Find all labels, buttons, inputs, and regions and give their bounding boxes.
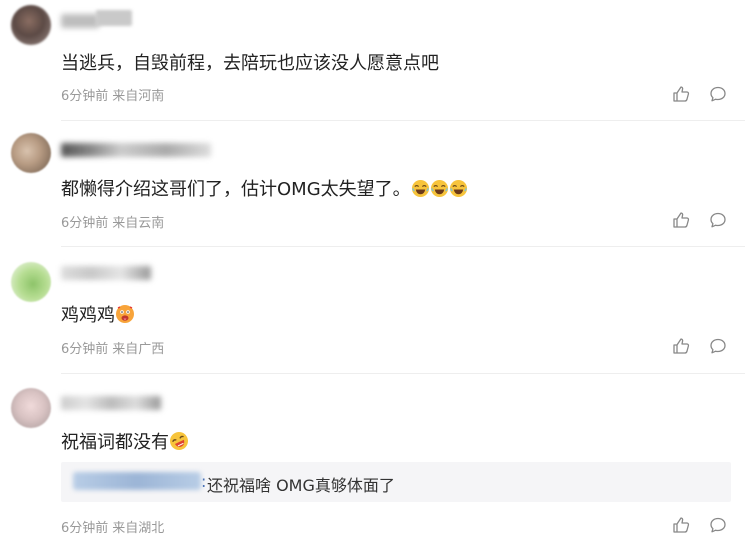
comment-bubble-icon[interactable] — [709, 211, 727, 229]
comment-text: 祝福词都没有 — [61, 428, 189, 454]
comment-bubble-icon[interactable] — [709, 337, 727, 355]
comment-time: 6分钟前 — [61, 89, 109, 104]
comment-meta: 6分钟前 来自云南 — [61, 212, 168, 231]
username-redacted[interactable] — [61, 266, 151, 280]
comment-bubble-icon[interactable] — [709, 85, 727, 103]
laugh-cry-icon — [411, 179, 429, 198]
divider — [61, 373, 745, 374]
comment-meta: 6分钟前 来自湖北 — [61, 517, 168, 536]
comment-location: 来自河南 — [112, 89, 165, 104]
avatar[interactable] — [11, 5, 51, 45]
comment-location: 来自广西 — [112, 342, 165, 357]
comment-location: 来自云南 — [112, 216, 165, 231]
username-fragment — [96, 10, 132, 26]
username-redacted[interactable] — [61, 396, 161, 410]
thumbs-up-icon[interactable] — [672, 85, 690, 103]
comment-meta: 6分钟前 来自广西 — [61, 338, 168, 357]
reply-box[interactable]: : 还祝福啥 OMG真够体面了 — [61, 462, 731, 502]
thumbs-up-icon[interactable] — [672, 337, 690, 355]
username-redacted[interactable] — [61, 143, 211, 157]
thumbs-up-icon[interactable] — [672, 516, 690, 534]
comment-text-body: 都懒得介绍这哥们了，估计OMG太失望了。 — [61, 179, 411, 200]
laugh-cry-icon — [449, 179, 467, 198]
comment-time: 6分钟前 — [61, 216, 109, 231]
comment-text-body: 祝福词都没有 — [61, 432, 169, 453]
username-redacted[interactable] — [61, 14, 99, 28]
rofl-icon — [170, 432, 188, 450]
comment-time: 6分钟前 — [61, 521, 109, 536]
comment-location: 来自湖北 — [112, 521, 165, 536]
avatar[interactable] — [11, 262, 51, 302]
thumbs-up-icon[interactable] — [672, 211, 690, 229]
divider — [61, 246, 745, 247]
comment-text: 都懒得介绍这哥们了，估计OMG太失望了。 — [61, 175, 468, 201]
reply-text: 还祝福啥 OMG真够体面了 — [207, 476, 395, 495]
comment-meta: 6分钟前 来自河南 — [61, 85, 168, 104]
comment-text: 鸡鸡鸡 — [61, 301, 135, 327]
laugh-cry-icon — [430, 179, 448, 198]
comment-text: 当逃兵，自毁前程，去陪玩也应该没人愿意点吧 — [61, 53, 439, 74]
hot-face-icon — [116, 305, 134, 323]
reply-colon: : — [201, 472, 207, 491]
avatar[interactable] — [11, 133, 51, 173]
avatar[interactable] — [11, 388, 51, 428]
comment-text-body: 鸡鸡鸡 — [61, 305, 115, 326]
comment-bubble-icon[interactable] — [709, 516, 727, 534]
comment-time: 6分钟前 — [61, 342, 109, 357]
reply-author-redacted[interactable] — [73, 472, 201, 490]
divider — [61, 120, 745, 121]
